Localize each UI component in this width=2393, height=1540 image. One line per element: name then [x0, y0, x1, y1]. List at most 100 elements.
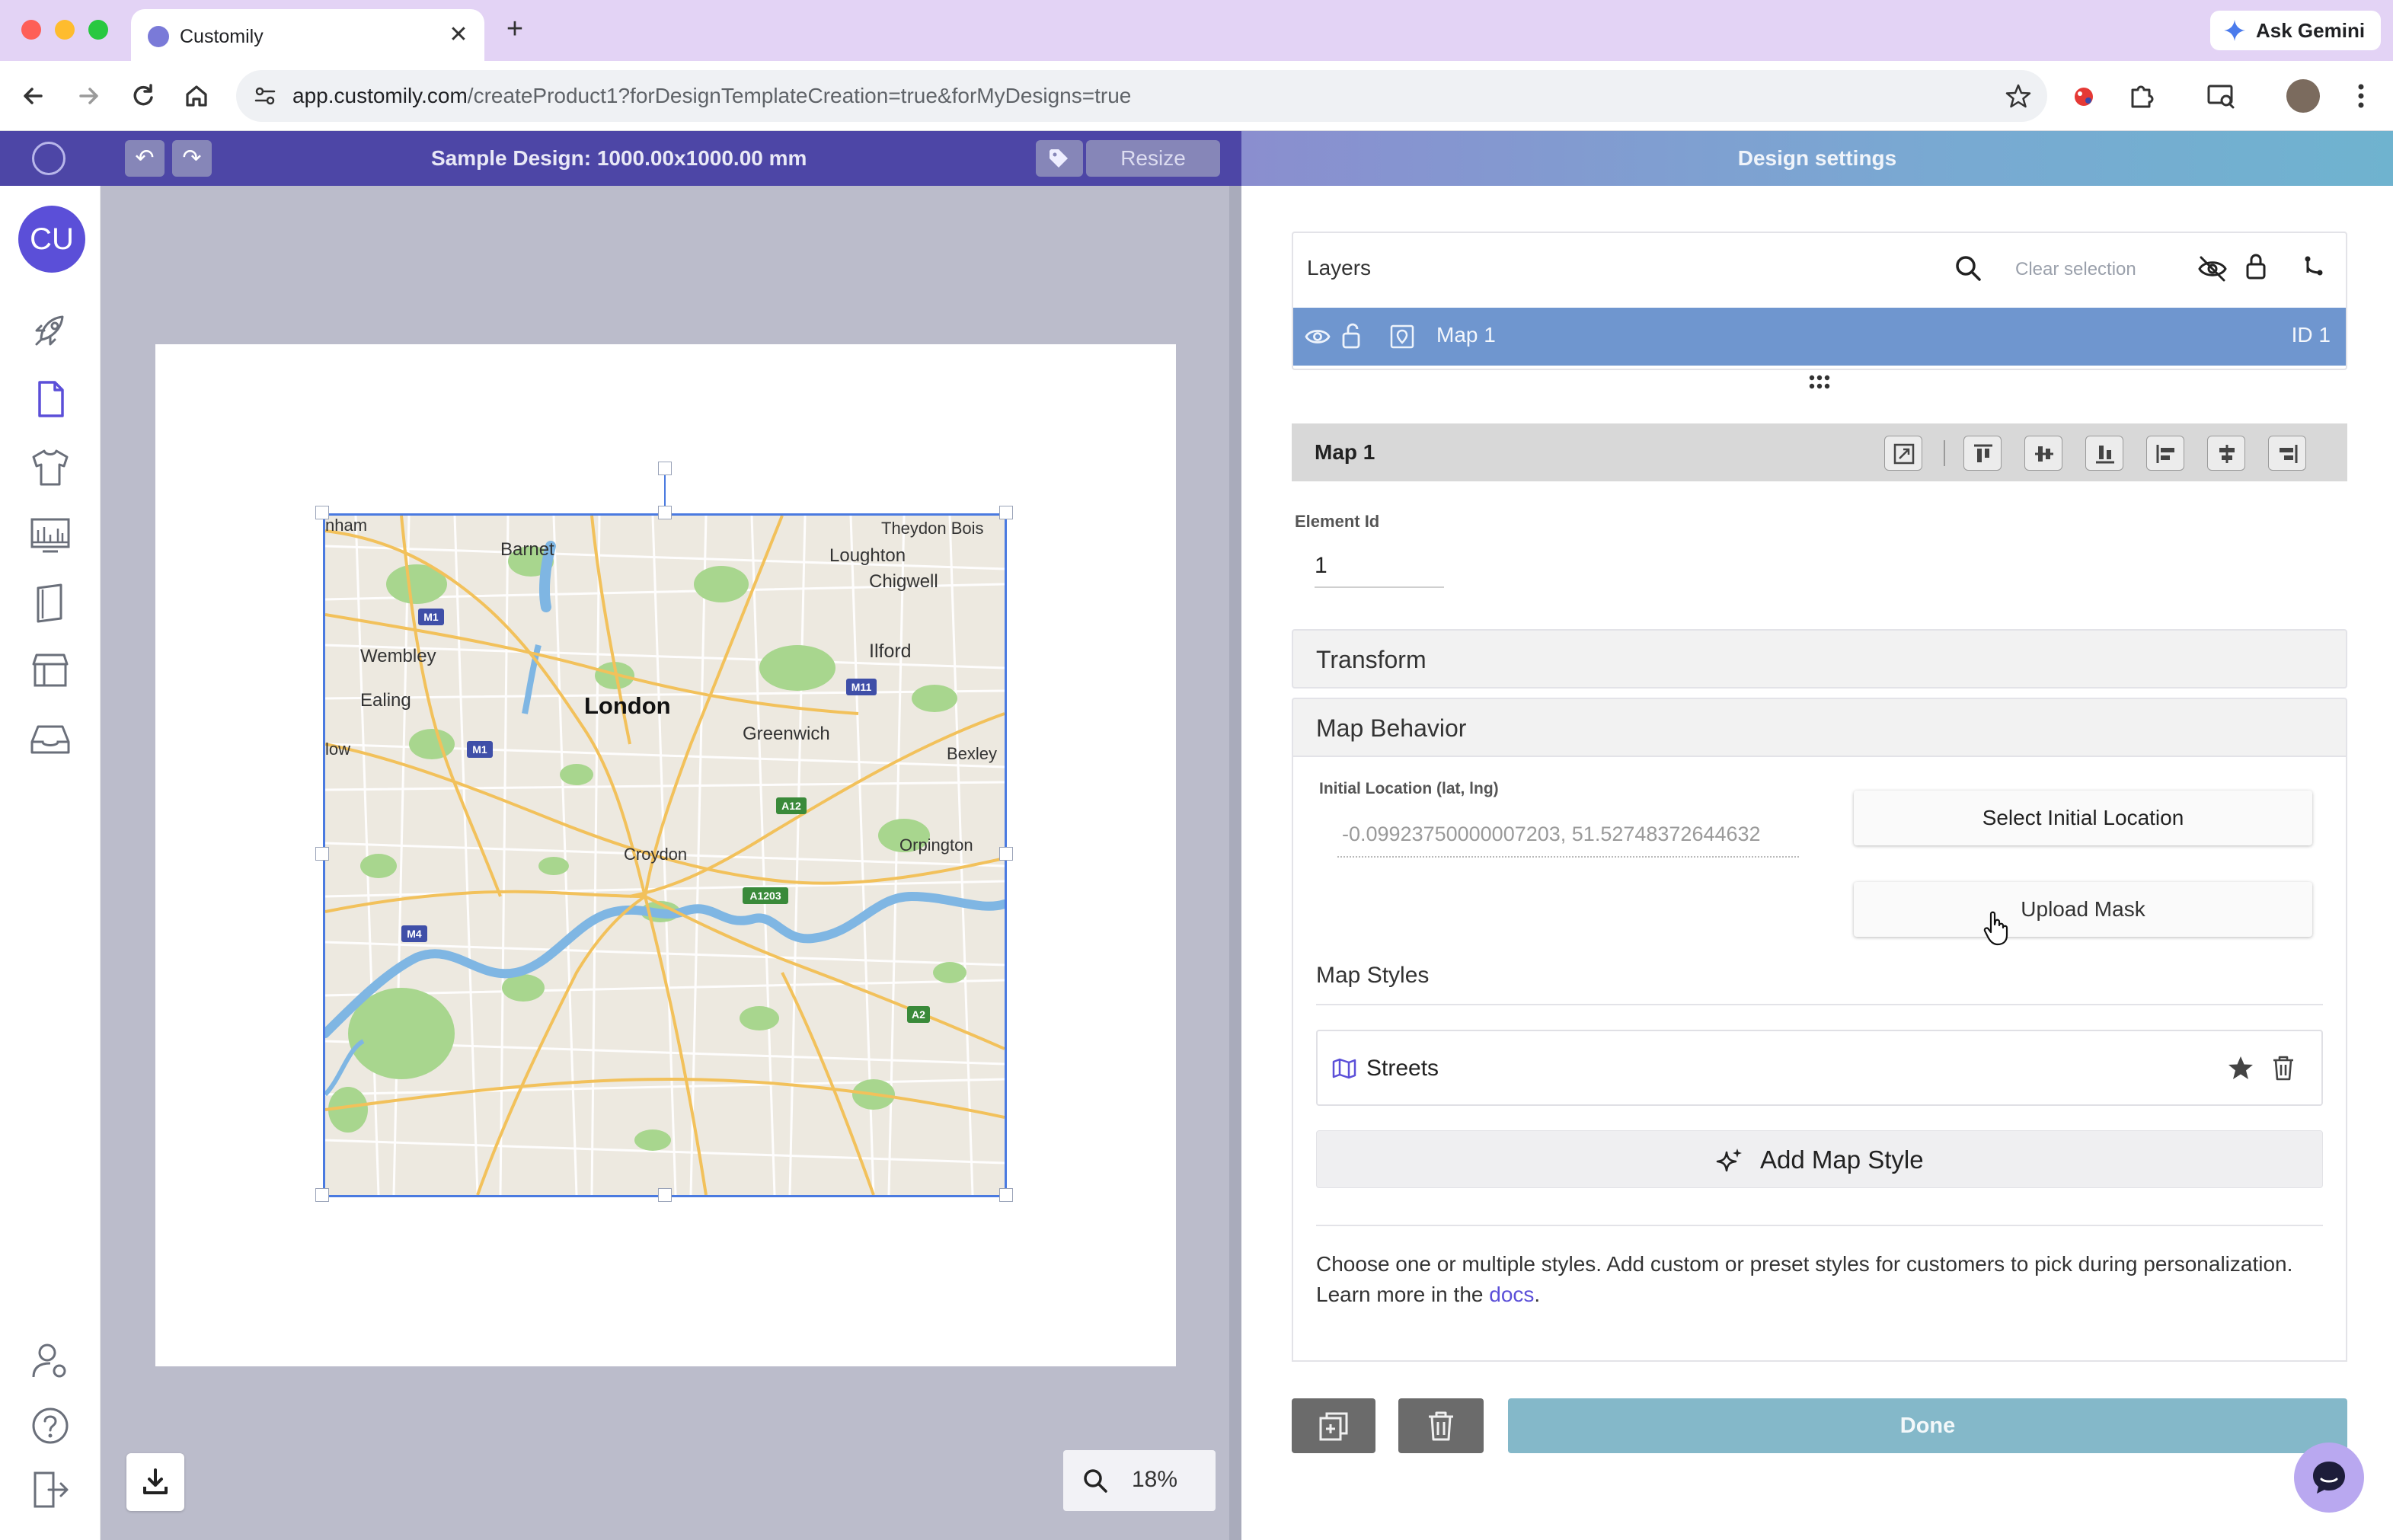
bookmark-star-icon[interactable] [2005, 82, 2032, 110]
reload-icon[interactable] [125, 78, 161, 114]
address-bar[interactable]: app.customily.com/createProduct1?forDesi… [236, 70, 2047, 122]
default-star-icon[interactable] [2227, 1054, 2254, 1082]
done-button[interactable]: Done [1508, 1398, 2347, 1453]
gallery-icon[interactable] [27, 512, 73, 558]
document-icon[interactable] [27, 376, 73, 422]
resize-handle-top-left[interactable] [315, 506, 329, 519]
resize-handle-top[interactable] [658, 506, 672, 519]
customily-favicon-icon [148, 26, 169, 47]
back-arrow-icon[interactable] [15, 78, 52, 114]
clear-selection-button[interactable]: Clear selection [2015, 259, 2136, 280]
tab-close-icon[interactable]: ✕ [443, 20, 474, 50]
layers-search-icon[interactable] [1953, 253, 1983, 283]
help-icon[interactable] [27, 1403, 73, 1449]
rotation-handle[interactable] [658, 462, 672, 475]
resize-handle-top-right[interactable] [999, 506, 1013, 519]
map-label-bexley: Bexley [947, 744, 997, 763]
element-id-label: Element Id [1295, 512, 1380, 531]
browser-tab[interactable]: Customily ✕ [131, 9, 484, 61]
zoom-control[interactable]: 18% [1063, 1450, 1216, 1511]
user-settings-icon[interactable] [27, 1339, 73, 1385]
shield-m11: M11 [851, 681, 872, 693]
upload-mask-button[interactable]: Upload Mask [1854, 882, 2312, 937]
resize-handle-bottom-right[interactable] [999, 1188, 1013, 1202]
chat-support-button[interactable] [2294, 1443, 2364, 1513]
site-settings-icon[interactable] [251, 82, 279, 110]
window-minimize-button[interactable] [55, 20, 75, 40]
align-top-button[interactable] [1963, 436, 2002, 471]
help-divider [1316, 1225, 2323, 1226]
delete-style-trash-icon[interactable] [2271, 1054, 2296, 1082]
forward-arrow-icon[interactable] [70, 78, 107, 114]
fit-to-canvas-button[interactable] [1884, 436, 1922, 471]
media-search-icon[interactable] [2204, 79, 2238, 113]
lock-all-icon[interactable] [2244, 251, 2268, 282]
visibility-eye-icon[interactable] [1304, 324, 1331, 349]
extensions-puzzle-icon[interactable] [2125, 79, 2158, 113]
ask-gemini-button[interactable]: Ask Gemini [2210, 11, 2381, 50]
browser-menu-icon[interactable] [2347, 79, 2375, 113]
initial-location-input[interactable] [1337, 812, 1799, 858]
shield-a2: A2 [912, 1008, 925, 1021]
resize-handle-right[interactable] [999, 847, 1013, 861]
map-style-item-streets[interactable]: Streets [1316, 1030, 2323, 1106]
home-icon[interactable] [178, 78, 215, 114]
layer-tree-icon[interactable] [2300, 253, 2328, 280]
customily-logo-icon[interactable] [32, 142, 65, 175]
map-label-orpington: Orpington [899, 835, 973, 855]
resize-handle-bottom[interactable] [658, 1188, 672, 1202]
inbox-icon[interactable] [27, 716, 73, 762]
rocket-icon[interactable] [27, 308, 73, 353]
resize-handle-left[interactable] [315, 847, 329, 861]
hide-all-eye-icon[interactable] [2197, 254, 2228, 283]
align-right-button[interactable] [2268, 436, 2306, 471]
map-behavior-section[interactable]: Map Behavior [1292, 698, 2347, 757]
extension-icon[interactable] [2069, 81, 2099, 111]
panel-splitter[interactable] [1229, 186, 1241, 1540]
layers-title: Layers [1307, 256, 1372, 280]
align-vertical-center-button[interactable] [2024, 436, 2062, 471]
shield-a1203: A1203 [749, 890, 781, 902]
tag-icon [1050, 149, 1068, 168]
download-button[interactable] [126, 1453, 184, 1511]
url-path: /createProduct1?forDesignTemplateCreatio… [467, 84, 1132, 107]
resize-handle-bottom-left[interactable] [315, 1188, 329, 1202]
profile-avatar[interactable] [2286, 79, 2320, 113]
map-label-barnet: Barnet [500, 539, 554, 560]
tag-button[interactable] [1036, 140, 1083, 177]
layer-item-map-1[interactable]: Map 1 ID 1 [1293, 308, 2346, 366]
toolbar-divider [1944, 440, 1945, 466]
redo-button[interactable]: ↷ [172, 140, 212, 177]
add-map-style-button[interactable]: Add Map Style [1316, 1130, 2323, 1188]
tab-title: Customily [180, 26, 264, 47]
map-element[interactable]: nham Barnet Theydon Bois Loughton Chigwe… [323, 513, 1007, 1197]
undo-button[interactable]: ↶ [125, 140, 165, 177]
design-settings-header: Design settings [1241, 131, 2393, 186]
select-initial-location-button[interactable]: Select Initial Location [1854, 791, 2312, 845]
initial-location-label: Initial Location (lat, lng) [1319, 780, 1499, 797]
drag-handle-icon[interactable] [1807, 373, 1832, 391]
element-id-input[interactable] [1315, 545, 1444, 588]
unlock-icon[interactable] [1340, 321, 1363, 350]
resize-button[interactable]: Resize [1086, 140, 1220, 177]
docs-link[interactable]: docs [1489, 1283, 1534, 1306]
transform-section[interactable]: Transform [1292, 629, 2347, 689]
delete-element-button[interactable] [1398, 1398, 1484, 1453]
user-avatar[interactable]: CU [18, 206, 85, 273]
logout-icon[interactable] [27, 1467, 73, 1513]
new-tab-button[interactable]: + [498, 14, 532, 47]
align-left-button[interactable] [2146, 436, 2184, 471]
browser-tab-bar: Customily ✕ + Ask Gemini [0, 0, 2393, 61]
store-icon[interactable] [27, 647, 73, 693]
map-image: nham Barnet Theydon Bois Loughton Chigwe… [325, 516, 1005, 1195]
tshirt-icon[interactable] [27, 445, 73, 490]
layer-name: Map 1 [1436, 323, 1496, 347]
duplicate-element-button[interactable] [1292, 1398, 1375, 1453]
book-icon[interactable] [27, 580, 73, 626]
align-horizontal-center-button[interactable] [2207, 436, 2245, 471]
align-bottom-button[interactable] [2085, 436, 2123, 471]
sparkles-icon [1716, 1149, 1742, 1172]
window-close-button[interactable] [21, 20, 41, 40]
design-title: Sample Design: 1000.00x1000.00 mm [431, 146, 807, 170]
window-maximize-button[interactable] [88, 20, 108, 40]
